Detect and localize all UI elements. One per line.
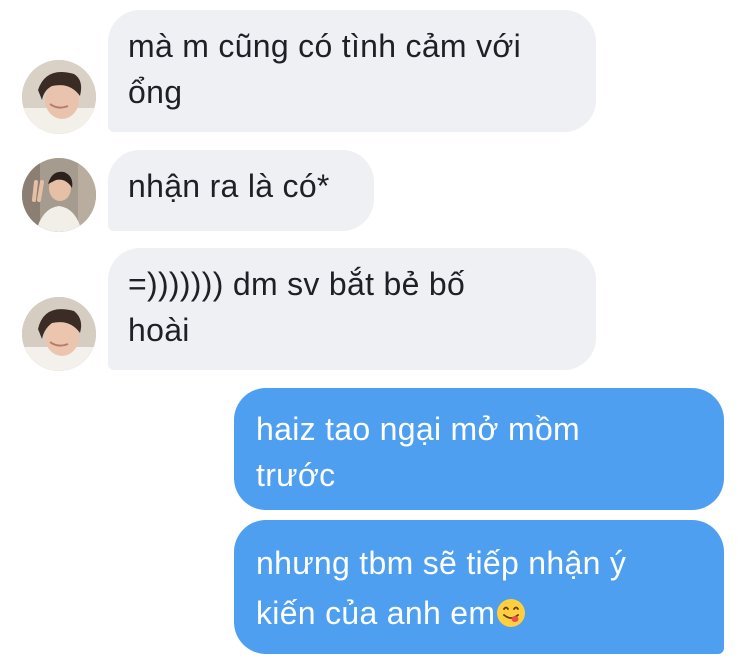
- outgoing-message[interactable]: haiz tao ngại mở mồm trước: [234, 388, 724, 510]
- contact-avatar[interactable]: [22, 297, 96, 371]
- avatar-photo-icon: [22, 60, 96, 134]
- avatar-photo-icon: [22, 158, 96, 232]
- incoming-message[interactable]: mà m cũng có tình cảm với ổng: [108, 10, 596, 132]
- contact-avatar[interactable]: [22, 158, 96, 232]
- incoming-message[interactable]: nhận ra là có*: [108, 150, 374, 231]
- contact-avatar[interactable]: [22, 60, 96, 134]
- avatar-photo-icon: [22, 297, 96, 371]
- outgoing-message[interactable]: nhưng tbm sẽ tiếp nhận ý kiến của anh em: [234, 520, 724, 654]
- message-text: nhưng tbm sẽ tiếp nhận ý kiến của anh em: [256, 545, 627, 631]
- incoming-message[interactable]: =))))))) dm sv bắt bẻ bố hoài: [108, 248, 596, 370]
- face-savoring-food-emoji: [497, 599, 526, 627]
